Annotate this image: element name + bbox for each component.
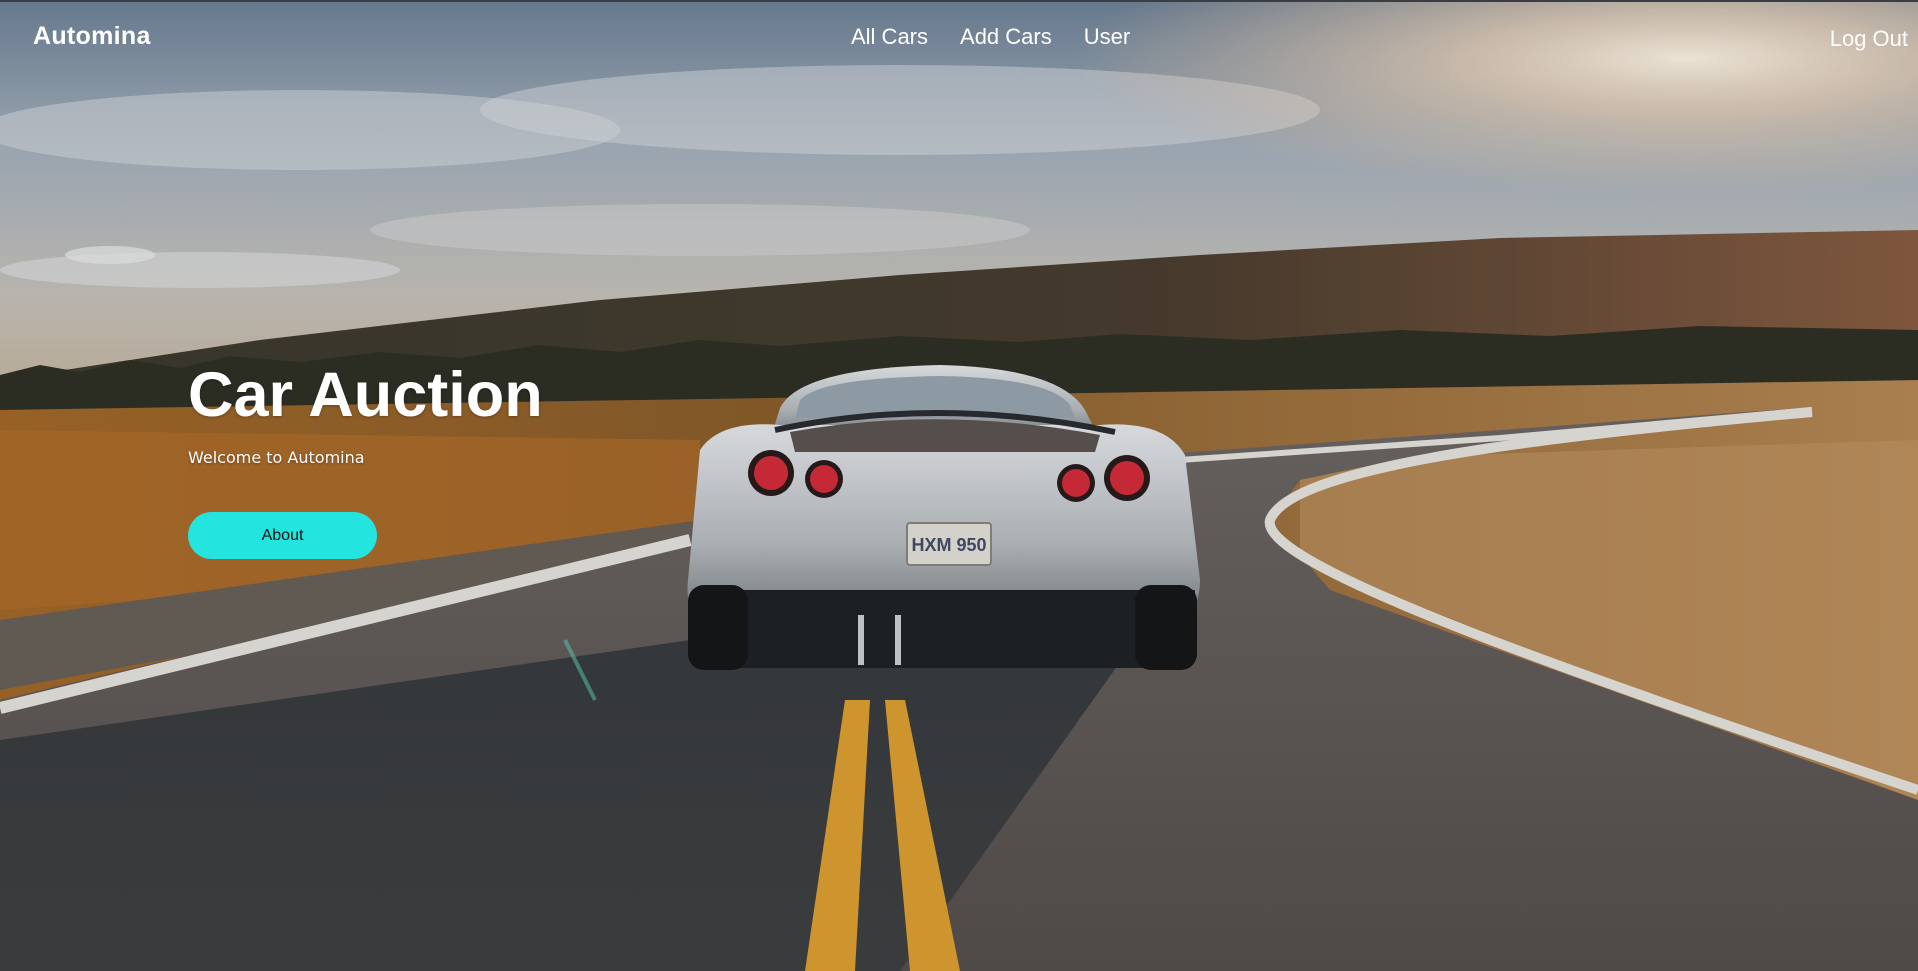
nav-link-all-cars[interactable]: All Cars — [851, 24, 928, 50]
page: HXM 950 Automina All Cars Add Cars User … — [0, 0, 1918, 971]
nav-link-user[interactable]: User — [1084, 24, 1130, 50]
hero-content: Car Auction Welcome to Automina About — [188, 358, 543, 559]
top-navbar: Automina All Cars Add Cars User Log Out — [0, 0, 1918, 76]
hero-subtitle: Welcome to Automina — [188, 448, 365, 467]
logout-link[interactable]: Log Out — [1830, 26, 1908, 52]
nav-link-add-cars[interactable]: Add Cars — [960, 24, 1052, 50]
nav-links: All Cars Add Cars User — [851, 24, 1130, 50]
hero-title: Car Auction — [188, 360, 543, 430]
brand-logo-link[interactable]: Automina — [33, 22, 151, 51]
about-button[interactable]: About — [188, 512, 377, 559]
